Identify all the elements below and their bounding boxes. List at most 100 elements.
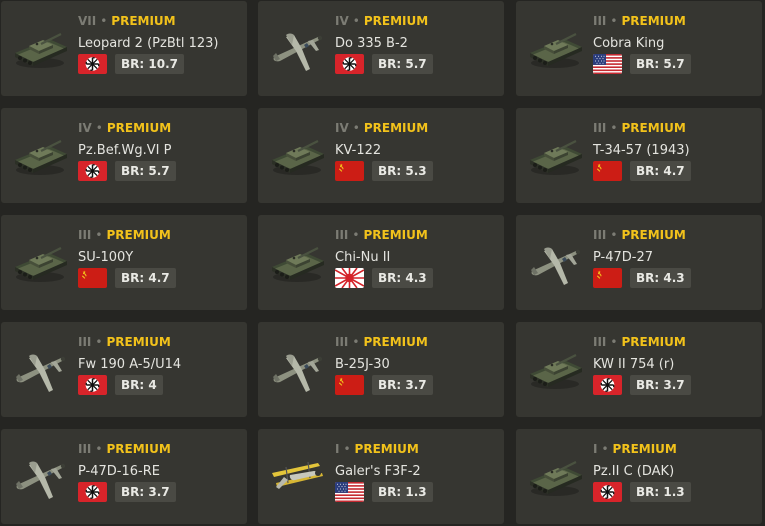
vehicle-card-8[interactable]: III • PREMIUM Chi-Nu II BR: 4.3: [258, 215, 504, 310]
battle-rating-badge: BR: 5.3: [372, 161, 433, 181]
vehicle-rank: I: [593, 442, 598, 456]
vehicle-rank: IV: [335, 121, 349, 135]
biplane-icon: [264, 443, 330, 509]
vehicle-rank: VII: [78, 14, 97, 28]
battle-rating-badge: BR: 3.7: [115, 482, 176, 502]
japan-flag-icon: [335, 268, 364, 288]
vehicle-meta: IV • PREMIUM Pz.Bef.Wg.VI P: [78, 119, 241, 161]
battle-rating-badge: BR: 3.7: [372, 375, 433, 395]
ussr-flag-icon: [593, 161, 622, 181]
vehicle-card-13[interactable]: III • PREMIUM P-47D-16-RE BR: 3.7: [1, 429, 247, 524]
premium-label: PREMIUM: [106, 335, 171, 349]
vehicle-rank: III: [593, 335, 607, 349]
vehicle-rank: III: [78, 442, 92, 456]
premium-vehicle-grid: VII • PREMIUM Leopard 2 (PzBtl 123) BR: 10…: [0, 0, 765, 526]
battle-rating-badge: BR: 4: [115, 375, 163, 395]
vehicle-meta: III • PREMIUM B-25J-30: [335, 333, 498, 375]
vehicle-meta: III • PREMIUM Chi-Nu II: [335, 226, 498, 268]
vehicle-rank: III: [593, 14, 607, 28]
tank-icon: [7, 229, 73, 295]
vehicle-name: KV-122: [335, 143, 382, 158]
premium-label: PREMIUM: [363, 121, 429, 135]
germany-flag-icon: [78, 482, 107, 502]
vehicle-card-6[interactable]: III • PREMIUM T-34-57 (1943) BR: 4.7: [516, 108, 762, 203]
separator-dot: •: [352, 228, 360, 242]
separator-dot: •: [352, 14, 360, 28]
vehicle-name: Pz.Bef.Wg.VI P: [78, 143, 172, 158]
premium-label: PREMIUM: [111, 14, 176, 28]
premium-label: PREMIUM: [621, 335, 686, 349]
germany-flag-icon: [78, 161, 107, 181]
ussr-flag-icon: [335, 161, 364, 181]
vehicle-name: Pz.II C (DAK): [593, 464, 675, 479]
premium-label: PREMIUM: [363, 228, 428, 242]
vehicle-rank: III: [593, 228, 607, 242]
vehicle-card-14[interactable]: I • PREMIUM Galer's F3F-2 BR: 1.3: [258, 429, 504, 524]
premium-label: PREMIUM: [621, 228, 686, 242]
germany-flag-icon: [78, 54, 107, 74]
germany-flag-icon: [78, 375, 107, 395]
separator-dot: •: [95, 335, 103, 349]
battle-rating-badge: BR: 5.7: [115, 161, 176, 181]
vehicle-name: KW II 754 (r): [593, 357, 675, 372]
vehicle-name: Leopard 2 (PzBtl 123): [78, 36, 219, 51]
vehicle-rank: III: [78, 228, 92, 242]
vehicle-meta: I • PREMIUM Pz.II C (DAK): [593, 440, 756, 482]
vehicle-meta: IV • PREMIUM KV-122: [335, 119, 498, 161]
premium-label: PREMIUM: [621, 14, 686, 28]
battle-rating-badge: BR: 4.7: [630, 161, 691, 181]
vehicle-name: Do 335 B-2: [335, 36, 408, 51]
vehicle-rank: I: [335, 442, 340, 456]
vehicle-name: Chi-Nu II: [335, 250, 391, 265]
premium-label: PREMIUM: [106, 442, 171, 456]
vehicle-meta: III • PREMIUM P-47D-16-RE: [78, 440, 241, 482]
separator-dot: •: [352, 335, 360, 349]
vehicle-meta: III • PREMIUM SU-100Y: [78, 226, 241, 268]
vehicle-name: Fw 190 A-5/U14: [78, 357, 182, 372]
separator-dot: •: [95, 228, 103, 242]
separator-dot: •: [601, 442, 609, 456]
vehicle-card-11[interactable]: III • PREMIUM B-25J-30 BR: 3.7: [258, 322, 504, 417]
battle-rating-badge: BR: 4.7: [115, 268, 176, 288]
vehicle-card-15[interactable]: I • PREMIUM Pz.II C (DAK) BR: 1.3: [516, 429, 762, 524]
vehicle-card-9[interactable]: III • PREMIUM P-47D-27 BR: 4.3: [516, 215, 762, 310]
tank-icon: [264, 229, 330, 295]
battle-rating-badge: BR: 5.7: [372, 54, 433, 74]
vehicle-meta: III • PREMIUM Cobra King: [593, 12, 756, 54]
premium-label: PREMIUM: [106, 228, 171, 242]
ussr-flag-icon: [335, 375, 364, 395]
vehicle-name: SU-100Y: [78, 250, 134, 265]
premium-label: PREMIUM: [621, 121, 686, 135]
separator-dot: •: [610, 14, 618, 28]
vehicle-name: Galer's F3F-2: [335, 464, 421, 479]
vehicle-card-2[interactable]: IV • PREMIUM Do 335 B-2 BR: 5.7: [258, 1, 504, 96]
aircraft-icon: [522, 229, 588, 295]
vehicle-card-7[interactable]: III • PREMIUM SU-100Y BR: 4.7: [1, 215, 247, 310]
vehicle-card-4[interactable]: IV • PREMIUM Pz.Bef.Wg.VI P BR: 5.7: [1, 108, 247, 203]
vehicle-meta: III • PREMIUM P-47D-27: [593, 226, 756, 268]
vehicle-name: P-47D-27: [593, 250, 654, 265]
vehicle-card-5[interactable]: IV • PREMIUM KV-122 BR: 5.3: [258, 108, 504, 203]
premium-label: PREMIUM: [612, 442, 677, 456]
separator-dot: •: [610, 228, 618, 242]
separator-dot: •: [95, 121, 103, 135]
battle-rating-badge: BR: 4.3: [630, 268, 691, 288]
vehicle-name: Cobra King: [593, 36, 665, 51]
usa-flag-icon: [593, 54, 622, 74]
vehicle-name: B-25J-30: [335, 357, 390, 372]
battle-rating-badge: BR: 5.7: [630, 54, 691, 74]
ussr-flag-icon: [78, 268, 107, 288]
battle-rating-badge: BR: 10.7: [115, 54, 184, 74]
tank-icon: [522, 336, 588, 402]
vehicle-card-1[interactable]: VII • PREMIUM Leopard 2 (PzBtl 123) BR: 10…: [1, 1, 247, 96]
tank-icon: [7, 122, 73, 188]
tank-icon: [264, 122, 330, 188]
germany-flag-icon: [593, 375, 622, 395]
vehicle-meta: VII • PREMIUM Leopard 2 (PzBtl 123): [78, 12, 241, 54]
tank-icon: [522, 443, 588, 509]
vehicle-card-12[interactable]: III • PREMIUM KW II 754 (r) BR: 3.7: [516, 322, 762, 417]
tank-icon: [522, 122, 588, 188]
vehicle-card-10[interactable]: III • PREMIUM Fw 190 A-5/U14 BR: 4: [1, 322, 247, 417]
vehicle-card-3[interactable]: III • PREMIUM Cobra King BR: 5.7: [516, 1, 762, 96]
ussr-flag-icon: [593, 268, 622, 288]
